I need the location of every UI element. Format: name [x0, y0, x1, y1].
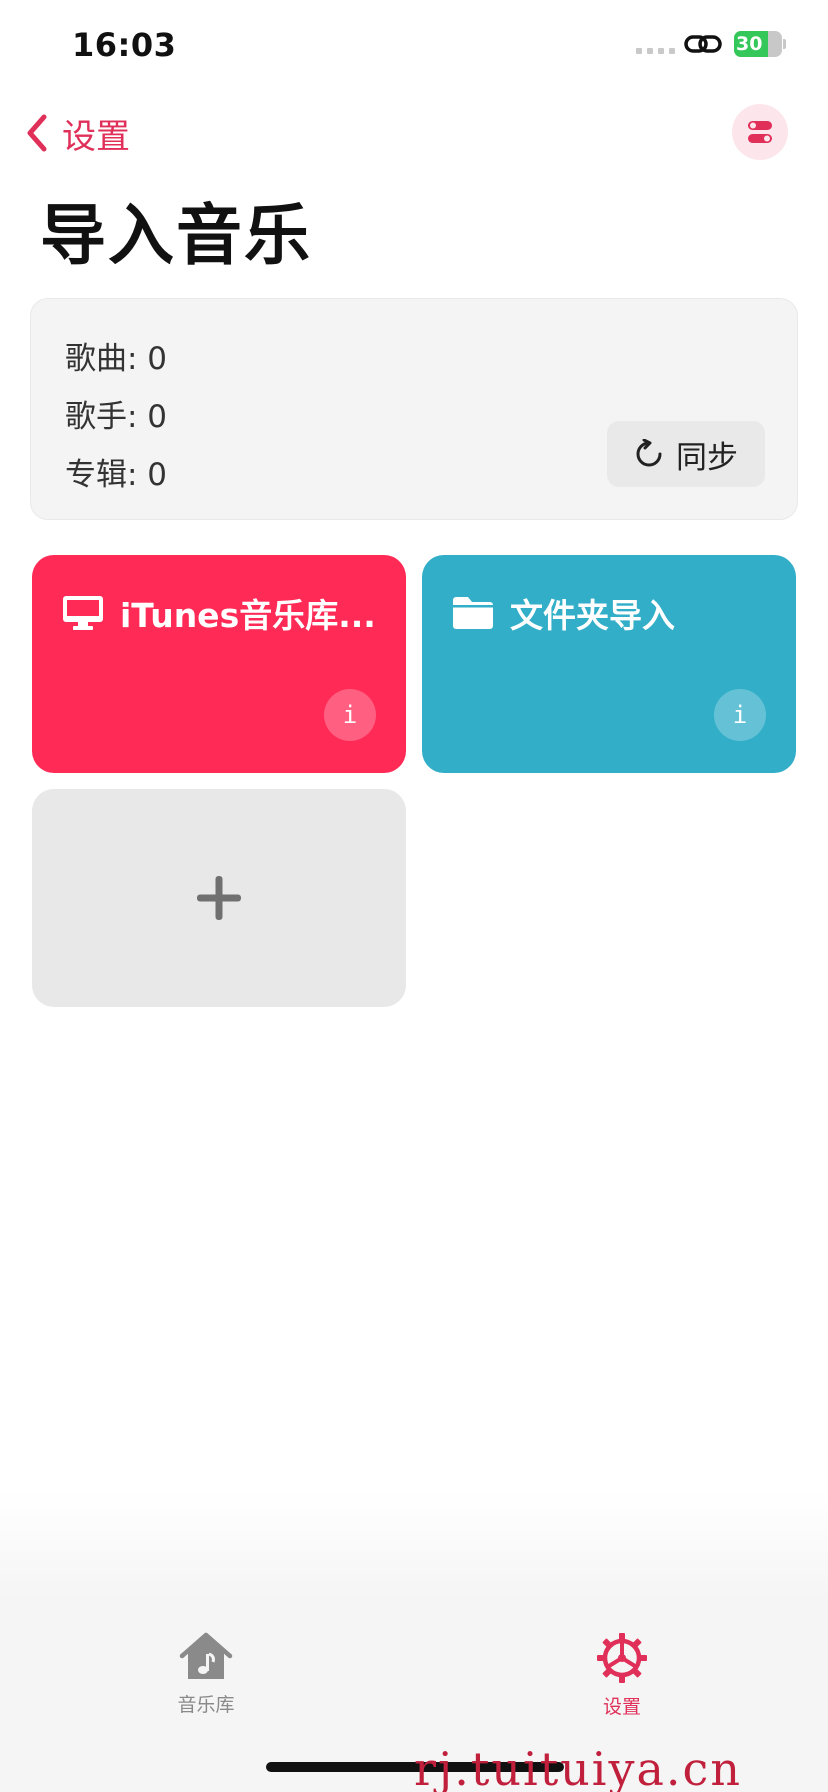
toggle-settings-button[interactable]: [732, 104, 788, 160]
status-bar: 16:03 30: [0, 0, 828, 90]
sync-label: 同步: [676, 439, 738, 476]
tab-music-library-label: 音乐库: [177, 1694, 235, 1716]
link-icon: [684, 35, 722, 53]
tab-bar-fade: [0, 1490, 828, 1600]
itunes-tile-title: iTunes音乐库...: [120, 596, 376, 635]
status-time: 16:03: [72, 26, 177, 64]
tab-music-library[interactable]: 音乐库: [136, 1632, 276, 1717]
folder-info-button[interactable]: i: [714, 689, 766, 741]
signal-dots-icon: [636, 48, 675, 54]
battery-charging-icon: 30: [734, 31, 782, 57]
tab-settings[interactable]: 设置: [552, 1632, 692, 1719]
home-music-icon: [179, 1632, 233, 1679]
sync-button[interactable]: 同步: [607, 421, 765, 487]
gear-icon: [597, 1633, 647, 1683]
battery-level: 30: [736, 33, 763, 55]
battery-cap: [783, 39, 786, 49]
folder-tile-header: 文件夹导入: [452, 589, 675, 637]
plus-icon: [197, 876, 241, 920]
itunes-info-button[interactable]: i: [324, 689, 376, 741]
back-label: 设置: [62, 116, 130, 157]
tab-settings-label: 设置: [602, 1696, 641, 1718]
import-music-screen: 16:03 30 设置 导入音乐 歌曲: 0 歌手: 0 专辑: 0 同步 iT…: [0, 0, 828, 1792]
folder-icon: [453, 597, 493, 629]
add-source-button[interactable]: [32, 789, 406, 1007]
library-stats-card: 歌曲: 0 歌手: 0 专辑: 0 同步: [30, 298, 798, 520]
artists-count: 歌手: 0: [65, 399, 168, 435]
songs-count: 歌曲: 0: [65, 341, 168, 377]
watermark-text: rj.tuituiya.cn: [414, 1742, 742, 1792]
monitor-icon: [63, 596, 103, 630]
folder-import-tile[interactable]: 文件夹导入 i: [422, 555, 796, 773]
page-title: 导入音乐: [40, 197, 312, 274]
chevron-left-icon: [27, 114, 47, 152]
back-button[interactable]: 设置: [22, 108, 130, 158]
itunes-library-tile[interactable]: iTunes音乐库... i: [32, 555, 406, 773]
refresh-icon: [636, 439, 662, 467]
folder-tile-title: 文件夹导入: [510, 596, 675, 635]
toggle-switch-icon: [748, 121, 772, 143]
albums-count: 专辑: 0: [65, 457, 168, 493]
itunes-tile-header: iTunes音乐库...: [62, 589, 376, 637]
